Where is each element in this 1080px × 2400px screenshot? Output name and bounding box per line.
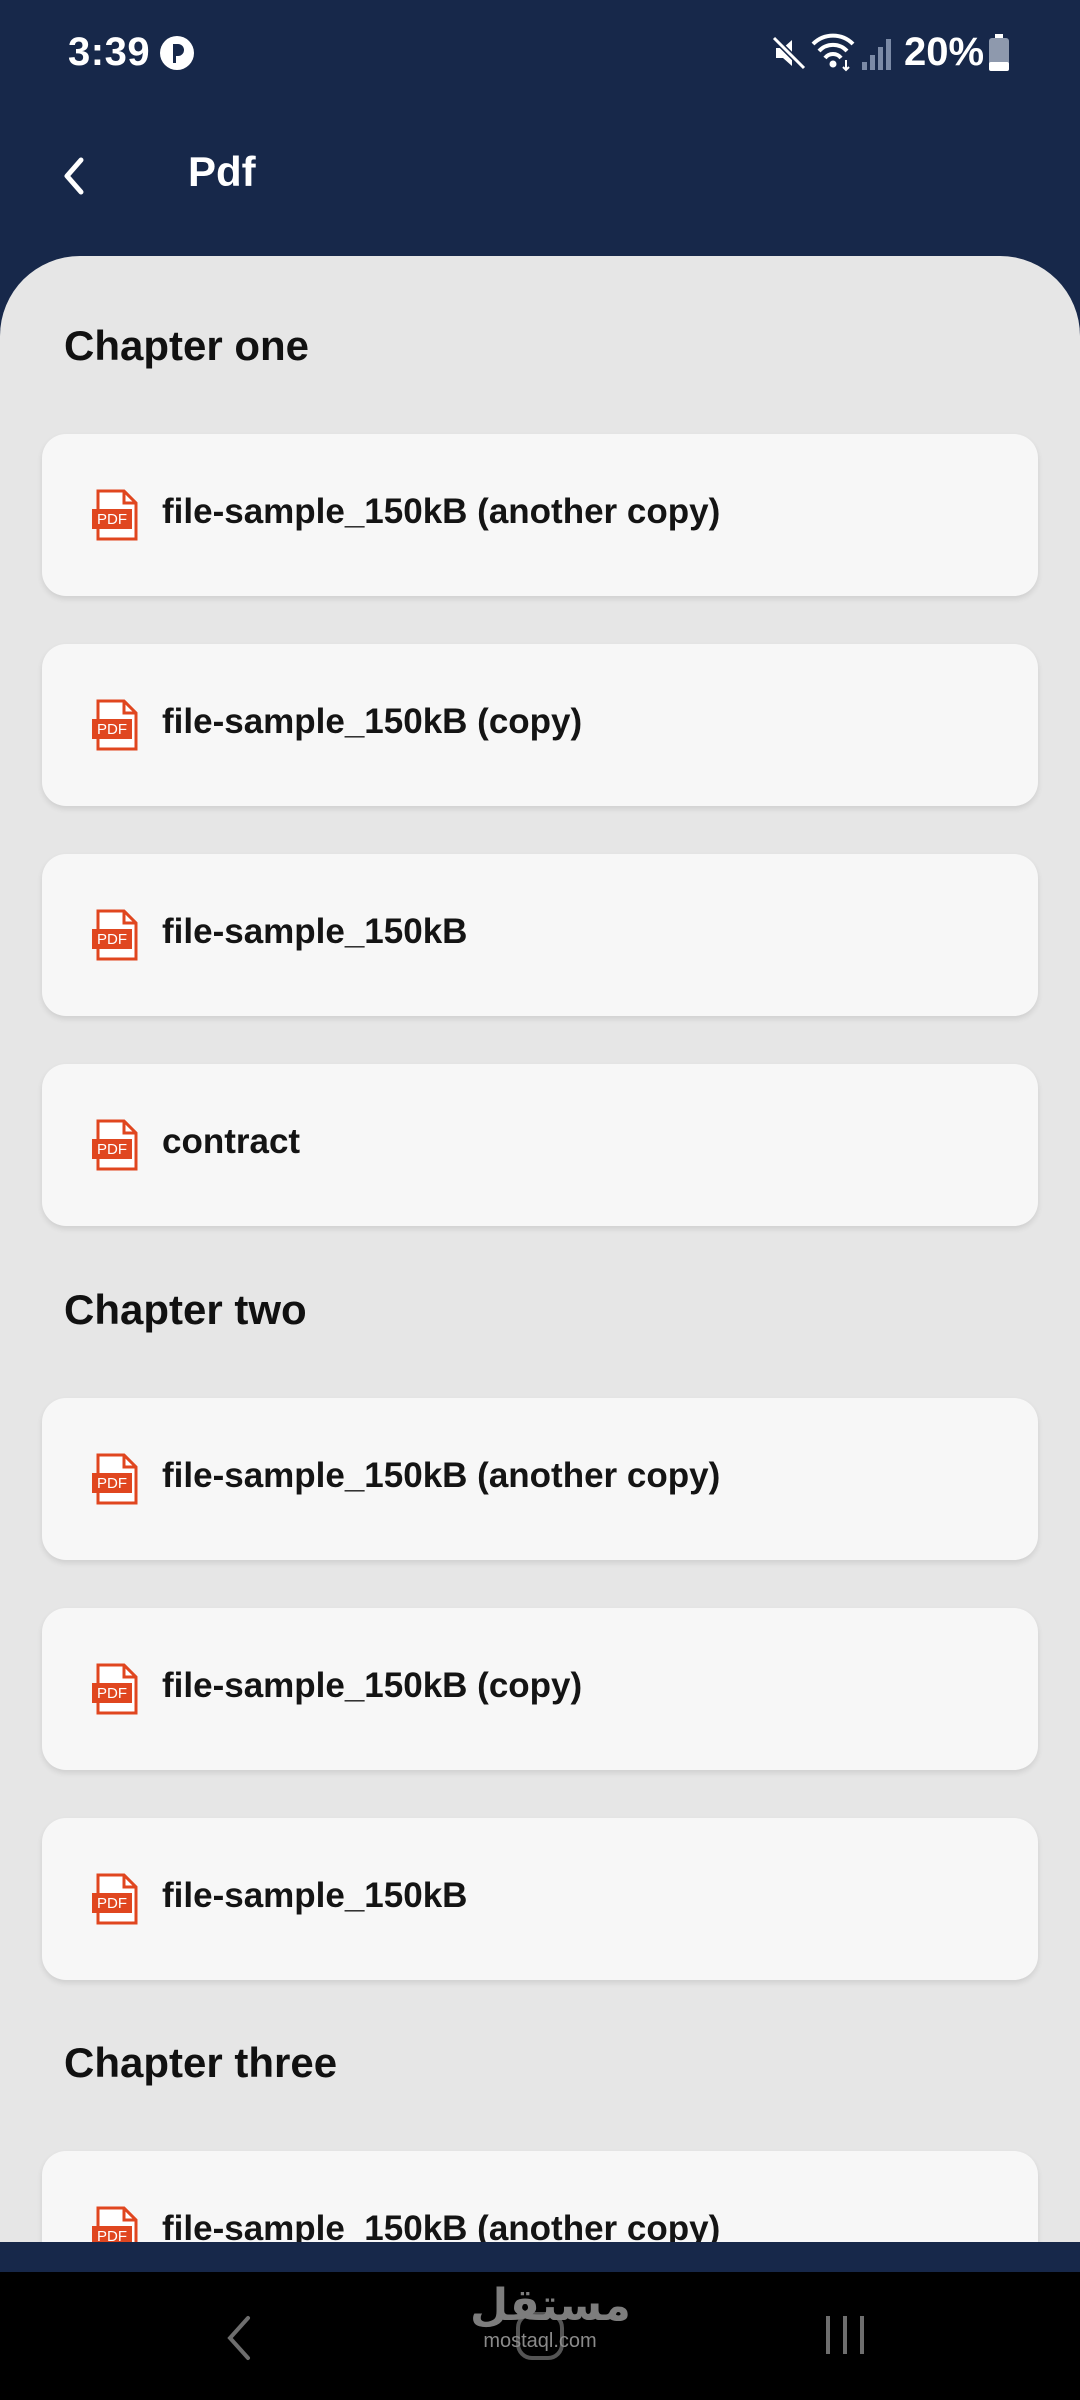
file-name: file-sample_150kB [162, 1876, 468, 1915]
file-name: file-sample_150kB (another copy) [162, 492, 721, 531]
pdf-file-icon: PDF [92, 1873, 138, 1925]
wifi-icon [811, 33, 855, 72]
pdf-file-icon: PDF [92, 1453, 138, 1505]
file-name: file-sample_150kB (copy) [162, 1666, 583, 1705]
pdf-file-icon: PDF [92, 489, 138, 541]
back-button[interactable] [44, 146, 104, 206]
file-list-item[interactable]: PDF file-sample_150kB [42, 854, 1038, 1016]
file-list-item[interactable]: PDF file-sample_150kB (another copy) [42, 1398, 1038, 1560]
chapter-heading: Chapter three [64, 2039, 338, 2086]
svg-text:PDF: PDF [97, 931, 127, 948]
nav-back-icon[interactable] [220, 2312, 260, 2364]
svg-text:PDF: PDF [97, 1475, 127, 1492]
file-list-item[interactable]: PDF file-sample_150kB (another copy) [42, 434, 1038, 596]
battery-icon [989, 34, 1009, 71]
pdf-file-icon: PDF [92, 2206, 138, 2242]
mute-icon [771, 35, 807, 71]
watermark: مستقل mostaql.com [470, 2281, 631, 2353]
file-list-item[interactable]: PDF contract [42, 1064, 1038, 1226]
file-list-item[interactable]: PDF file-sample_150kB (copy) [42, 1608, 1038, 1770]
nav-recents-icon[interactable] [822, 2312, 868, 2358]
file-list-item[interactable]: PDF file-sample_150kB [42, 1818, 1038, 1980]
file-name: file-sample_150kB (another copy) [162, 1456, 721, 1495]
svg-text:PDF: PDF [97, 511, 127, 528]
watermark-latin: mostaql.com [483, 2330, 597, 2352]
svg-text:PDF: PDF [97, 1685, 127, 1702]
file-list-item[interactable]: PDF file-sample_150kB (copy) [42, 644, 1038, 806]
status-time: 3:39 [68, 30, 151, 74]
pdf-file-icon: PDF [92, 1663, 138, 1715]
svg-text:PDF: PDF [97, 2228, 127, 2242]
app-bar: Pdf [0, 108, 1080, 258]
file-name: file-sample_150kB [162, 912, 468, 951]
battery-percentage: 20% [904, 30, 985, 74]
pdf-file-icon: PDF [92, 909, 138, 961]
chapter-heading: Chapter one [64, 322, 310, 369]
file-name: file-sample_150kB (copy) [162, 702, 583, 741]
app-notification-icon [160, 36, 194, 70]
svg-text:PDF: PDF [97, 721, 127, 738]
chevron-left-icon [64, 157, 84, 195]
file-list-item[interactable]: PDF file-sample_150kB (another copy) [42, 2151, 1038, 2242]
watermark-arabic: مستقل [470, 2281, 631, 2330]
status-bar: 3:39 20% [0, 0, 1080, 108]
chapter-heading: Chapter two [64, 1286, 307, 1333]
page-title: Pdf [188, 148, 256, 195]
pdf-file-icon: PDF [92, 1119, 138, 1171]
svg-text:PDF: PDF [97, 1895, 127, 1912]
svg-text:PDF: PDF [97, 1141, 127, 1158]
file-name: file-sample_150kB (another copy) [162, 2209, 721, 2242]
pdf-file-icon: PDF [92, 699, 138, 751]
signal-icon [862, 39, 891, 70]
file-list-sheet[interactable]: Chapter one PDF file-sample_150kB (anoth… [0, 256, 1080, 2242]
file-name: contract [162, 1122, 301, 1161]
